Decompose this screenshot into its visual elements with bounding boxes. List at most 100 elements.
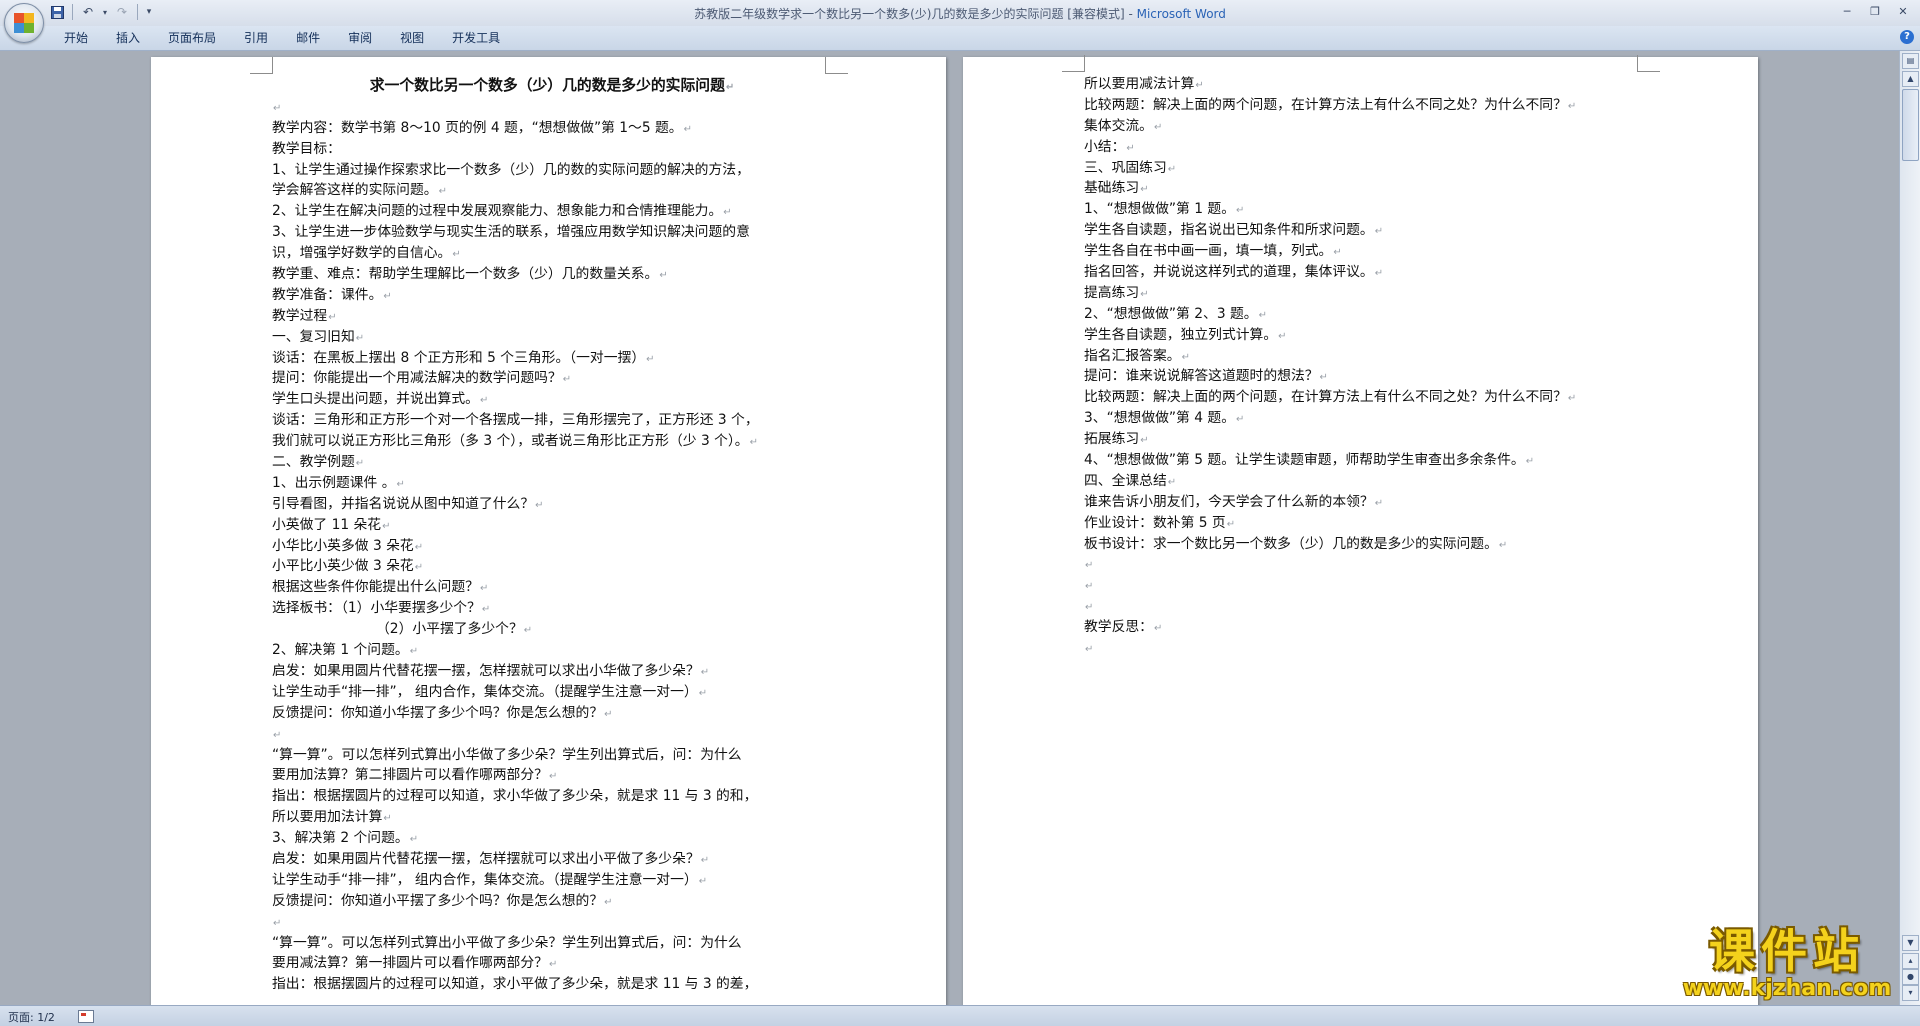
- text-line[interactable]: 引导看图，并指名说说从图中知道了什么？↵: [272, 494, 832, 515]
- watermark-url: www.kjzhan.com: [1682, 976, 1892, 1001]
- text-line[interactable]: 提问：谁来说说解答这道题时的想法？↵: [1084, 366, 1644, 387]
- paragraph-mark-icon: ↵: [1498, 539, 1508, 551]
- scrollbar-thumb[interactable]: [1902, 89, 1919, 161]
- page-1[interactable]: 求一个数比另一个数多（少）几的数是多少的实际问题↵ ↵ 教学内容：数学书第 8～10…: [151, 57, 946, 1005]
- text-line[interactable]: 学会解答这样的实际问题。↵: [272, 180, 832, 201]
- tab-page-layout[interactable]: 页面布局: [154, 29, 230, 47]
- page-counter[interactable]: 页面: 1/2: [8, 1009, 55, 1025]
- text-line[interactable]: 提问：你能提出一个用减法解决的数学问题吗？↵: [272, 368, 832, 389]
- tab-mailings[interactable]: 邮件: [282, 29, 334, 47]
- paragraph-mark-icon: ↵: [1525, 456, 1535, 468]
- page-1-text[interactable]: 求一个数比另一个数多（少）几的数是多少的实际问题↵ ↵ 教学内容：数学书第 8～10…: [272, 76, 832, 995]
- text-line[interactable]: 指出：根据摆圆片的过程可以知道，求小华做了多少朵，就是求 11 与 3 的和，: [272, 786, 832, 807]
- page-2[interactable]: 所以要用减法计算↵ 比较两题：解决上面的两个问题，在计算方法上有什么不同之处？为什…: [963, 55, 1758, 1005]
- text-line[interactable]: 教学重、难点：帮助学生理解比一个数多（少）几的数量关系。↵: [272, 264, 832, 285]
- text-line[interactable]: 启发：如果用圆片代替花摆一摆，怎样摆就可以求出小平做了多少朵？↵: [272, 849, 832, 870]
- text-line[interactable]: 学生各自读题，独立列式计算。↵: [1084, 325, 1644, 346]
- text-line[interactable]: “算一算”。可以怎样列式算出小平做了多少朵？学生列出算式后，问：为什么: [272, 933, 832, 954]
- tab-references[interactable]: 引用: [230, 29, 282, 47]
- text-line[interactable]: 要用减法算？第一排圆片可以看作哪两部分？↵: [272, 953, 832, 974]
- page-2-text[interactable]: 所以要用减法计算↵ 比较两题：解决上面的两个问题，在计算方法上有什么不同之处？为什…: [1084, 74, 1644, 659]
- text-line[interactable]: 让学生动手“排一排”， 组内合作，集体交流。（提醒学生注意一对一）↵: [272, 870, 832, 891]
- text-line[interactable]: ↵: [272, 97, 832, 118]
- tab-review[interactable]: 审阅: [334, 29, 386, 47]
- vertical-scrollbar[interactable]: ▤ ▲ ▼ ▴ ● ▾: [1899, 51, 1920, 1005]
- office-button[interactable]: [4, 3, 44, 43]
- text-line[interactable]: 小结：↵: [1084, 137, 1644, 158]
- text-line[interactable]: 小华比小英多做 3 朵花↵: [272, 536, 832, 557]
- tab-insert[interactable]: 插入: [102, 29, 154, 47]
- text-line[interactable]: 一、复习旧知↵: [272, 327, 832, 348]
- text-line[interactable]: 所以要用减法计算↵: [1084, 74, 1644, 95]
- text-line[interactable]: 三、巩固练习↵: [1084, 158, 1644, 179]
- text-line[interactable]: 教学反思：↵: [1084, 617, 1644, 638]
- text-line[interactable]: 板书设计：求一个数比另一个数多（少）几的数是多少的实际问题。↵: [1084, 534, 1644, 555]
- text-line[interactable]: 学生各自读题，指名说出已知条件和所求问题。↵: [1084, 220, 1644, 241]
- tab-developer[interactable]: 开发工具: [438, 29, 514, 47]
- restore-icon[interactable]: ❐: [1862, 2, 1888, 20]
- text-line[interactable]: 小平比小英少做 3 朵花↵: [272, 556, 832, 577]
- text-line[interactable]: 1、让学生通过操作探索求比一个数多（少）几的数的实际问题的解决的方法，: [272, 160, 832, 181]
- text-line[interactable]: ↵: [1084, 638, 1644, 659]
- text-line[interactable]: 作业设计：数补第 5 页↵: [1084, 513, 1644, 534]
- text-line[interactable]: 反馈提问：你知道小平摆了多少个吗？你是怎么想的？↵: [272, 891, 832, 912]
- text-line[interactable]: 3、让学生进一步体验数学与现实生活的联系，增强应用数学知识解决问题的意: [272, 222, 832, 243]
- text-line[interactable]: 反馈提问：你知道小华摆了多少个吗？你是怎么想的？↵: [272, 703, 832, 724]
- text-line[interactable]: 2、让学生在解决问题的过程中发展观察能力、想象能力和合情推理能力。↵: [272, 201, 832, 222]
- ruler-toggle-icon[interactable]: ▤: [1902, 53, 1919, 69]
- text-line[interactable]: 根据这些条件你能提出什么问题？↵: [272, 577, 832, 598]
- text-line[interactable]: 比较两题：解决上面的两个问题，在计算方法上有什么不同之处？为什么不同？↵: [1084, 95, 1644, 116]
- text-line[interactable]: 小英做了 11 朵花↵: [272, 515, 832, 536]
- text-line[interactable]: 教学准备：课件。↵: [272, 285, 832, 306]
- text-line[interactable]: 识，增强学好数学的自信心。↵: [272, 243, 832, 264]
- tab-view[interactable]: 视图: [386, 29, 438, 47]
- text-line[interactable]: 比较两题：解决上面的两个问题，在计算方法上有什么不同之处？为什么不同？↵: [1084, 387, 1644, 408]
- text-line[interactable]: 选择板书：（1）小华要摆多少个？↵: [272, 598, 832, 619]
- text-line[interactable]: 教学目标：: [272, 139, 832, 160]
- text-line[interactable]: ↵: [1084, 575, 1644, 596]
- scroll-up-icon[interactable]: ▲: [1902, 71, 1919, 87]
- help-icon[interactable]: ?: [1900, 30, 1914, 44]
- text-line[interactable]: 指出：根据摆圆片的过程可以知道，求小平做了多少朵，就是求 11 与 3 的差，: [272, 974, 832, 995]
- text-line[interactable]: 4、“想想做做”第 5 题。让学生读题审题，师帮助学生审查出多余条件。↵: [1084, 450, 1644, 471]
- text-line[interactable]: 基础练习↵: [1084, 178, 1644, 199]
- text-line[interactable]: ↵: [1084, 554, 1644, 575]
- paragraph-mark-icon: ↵: [328, 311, 337, 323]
- text-line[interactable]: 让学生动手“排一排”， 组内合作，集体交流。（提醒学生注意一对一）↵: [272, 682, 832, 703]
- text-line[interactable]: 教学内容：数学书第 8～10 页的例 4 题，“想想做做”第 1～5 题。↵: [272, 118, 832, 139]
- text-line[interactable]: 2、“想想做做”第 2、3 题。↵: [1084, 304, 1644, 325]
- text-line[interactable]: （2）小平摆了多少个？↵: [272, 619, 832, 640]
- text-line[interactable]: 谁来告诉小朋友们，今天学会了什么新的本领？↵: [1084, 492, 1644, 513]
- document-title[interactable]: 求一个数比另一个数多（少）几的数是多少的实际问题↵: [272, 76, 832, 97]
- text-line[interactable]: 学生各自在书中画一画，填一填，列式。↵: [1084, 241, 1644, 262]
- text-line[interactable]: 要用加法算？第二排圆片可以看作哪两部分？↵: [272, 765, 832, 786]
- text-line[interactable]: 学生口头提出问题，并说出算式。↵: [272, 389, 832, 410]
- text-line[interactable]: ↵: [272, 912, 832, 933]
- text-line[interactable]: 所以要用加法计算↵: [272, 807, 832, 828]
- text-line[interactable]: 教学过程↵: [272, 306, 832, 327]
- text-line[interactable]: 启发：如果用圆片代替花摆一摆，怎样摆就可以求出小华做了多少朵？↵: [272, 661, 832, 682]
- text-line[interactable]: 拓展练习↵: [1084, 429, 1644, 450]
- document-area[interactable]: 求一个数比另一个数多（少）几的数是多少的实际问题↵ ↵ 教学内容：数学书第 8～10…: [0, 51, 1900, 1005]
- text-line[interactable]: 谈话：在黑板上摆出 8 个正方形和 5 个三角形。（一对一摆）↵: [272, 348, 832, 369]
- text-line[interactable]: 集体交流。↵: [1084, 116, 1644, 137]
- text-line[interactable]: 1、出示例题课件 。↵: [272, 473, 832, 494]
- text-line[interactable]: 3、解决第 2 个问题。↵: [272, 828, 832, 849]
- text-line[interactable]: “算一算”。可以怎样列式算出小华做了多少朵？学生列出算式后，问：为什么: [272, 745, 832, 766]
- text-line[interactable]: 四、全课总结↵: [1084, 471, 1644, 492]
- text-line[interactable]: 指名汇报答案。↵: [1084, 346, 1644, 367]
- text-line[interactable]: 提高练习↵: [1084, 283, 1644, 304]
- text-line[interactable]: ↵: [1084, 596, 1644, 617]
- minimize-icon[interactable]: ─: [1834, 2, 1860, 20]
- proofing-status-icon[interactable]: [78, 1010, 94, 1023]
- text-line[interactable]: 指名回答，并说说这样列式的道理，集体评议。↵: [1084, 262, 1644, 283]
- text-line[interactable]: 1、“想想做做”第 1 题。↵: [1084, 199, 1644, 220]
- text-line[interactable]: ↵: [272, 724, 832, 745]
- text-line[interactable]: 二、教学例题↵: [272, 452, 832, 473]
- text-line[interactable]: 我们就可以说正方形比三角形（多 3 个），或者说三角形比正方形（少 3 个）。↵: [272, 431, 832, 452]
- text-line[interactable]: 3、“想想做做”第 4 题。↵: [1084, 408, 1644, 429]
- close-icon[interactable]: ✕: [1890, 2, 1916, 20]
- text-line[interactable]: 2、解决第 1 个问题。↵: [272, 640, 832, 661]
- tab-home[interactable]: 开始: [50, 29, 102, 47]
- text-line[interactable]: 谈话：三角形和正方形一个对一个各摆成一排，三角形摆完了，正方形还 3 个，: [272, 410, 832, 431]
